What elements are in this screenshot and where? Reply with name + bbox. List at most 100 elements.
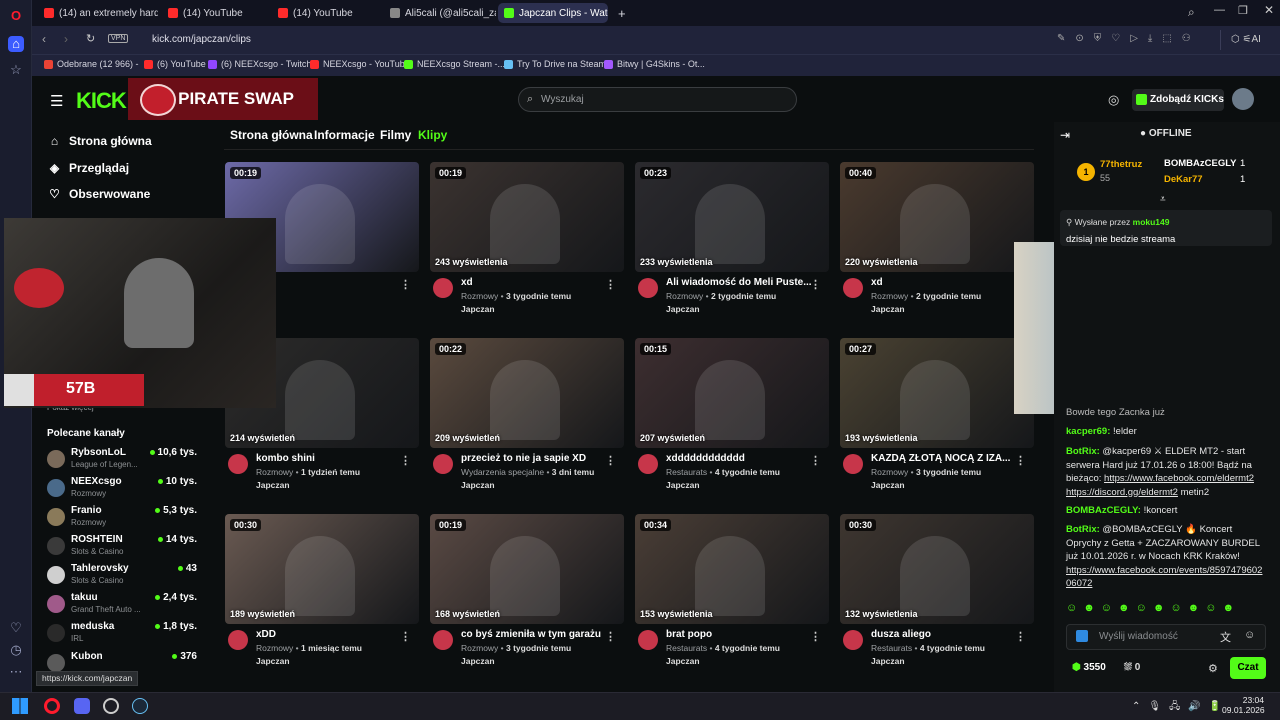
clock[interactable]: 23:04 09.01.2026: [1222, 695, 1265, 715]
clip-thumbnail[interactable]: 00:15 207 wyświetleń: [635, 338, 829, 448]
clip-category[interactable]: Restaurats: [666, 643, 707, 653]
clip-category[interactable]: Wydarzenia specjalne: [461, 467, 544, 477]
bookmark-item[interactable]: Try To Drive na Steam: [504, 59, 606, 69]
clip-card[interactable]: 00:15 207 wyświetleń xdddddddddddd Restaura…: [635, 338, 829, 498]
toolbar-icons[interactable]: ✎⊙⛨♡▷⤓⬚⚇: [1057, 33, 1201, 44]
bookmark-item[interactable]: Odebrane (12 966) -: [44, 59, 139, 69]
heart-icon[interactable]: ♡: [8, 620, 24, 636]
collapse-chat-icon[interactable]: ⇥: [1060, 128, 1070, 142]
emote-bar[interactable]: ☺☻☺☻☺☻☺☻☺☻: [1066, 602, 1266, 616]
clip-author[interactable]: Japczan: [256, 656, 290, 666]
nav-browse[interactable]: ◈ Przeglądaj: [48, 161, 129, 175]
tab-info[interactable]: Informacje: [314, 128, 375, 142]
clip-title[interactable]: dusza aliego: [871, 629, 1021, 640]
clip-card[interactable]: 00:40 220 wyświetlenia xd Rozmowy • 2 tygod…: [840, 162, 1034, 322]
reward-icon[interactable]: ◎: [1108, 92, 1119, 108]
clip-card[interactable]: 00:19 168 wyświetleń co byś zmieniła w tym…: [430, 514, 624, 674]
clip-author[interactable]: Japczan: [666, 656, 700, 666]
avatar[interactable]: [433, 454, 453, 474]
clip-author[interactable]: Japczan: [666, 304, 700, 314]
clip-author[interactable]: Japczan: [871, 480, 905, 490]
clip-title[interactable]: przecież to nie ja sapie XD: [461, 453, 611, 464]
tab-home[interactable]: Strona główna: [230, 128, 313, 142]
expand-icon[interactable]: ⩡: [1160, 194, 1166, 205]
clip-author[interactable]: Japczan: [461, 480, 495, 490]
recommended-channel[interactable]: ROSHTEIN Slots & Casino 14 tys.: [47, 534, 197, 562]
clip-title[interactable]: kombo shini: [256, 453, 406, 464]
clip-card[interactable]: 00:30 132 wyświetlenia dusza aliego Restaur…: [840, 514, 1034, 674]
clip-thumbnail[interactable]: 00:40 220 wyświetlenia: [840, 162, 1034, 272]
browser-tab-active[interactable]: Japczan Clips - Watch Live: [498, 3, 608, 23]
more-options-icon[interactable]: ⋮: [400, 454, 411, 467]
gifter-name[interactable]: DeKar77: [1164, 174, 1203, 185]
tray-icons[interactable]: ⌃🎙🖧🔊🔋: [1132, 699, 1229, 716]
clip-title[interactable]: kill: [256, 277, 406, 288]
chat-user[interactable]: BotRix:: [1066, 524, 1100, 535]
clip-thumbnail[interactable]: 00:34 153 wyświetlenia: [635, 514, 829, 624]
chat-user[interactable]: BOMBAzCEGLY:: [1066, 505, 1141, 516]
start-icon[interactable]: [12, 698, 28, 714]
translate-icon[interactable]: 文: [1220, 629, 1231, 645]
avatar[interactable]: [433, 278, 453, 298]
clip-category[interactable]: Rozmowy: [461, 291, 498, 301]
app-icon[interactable]: [103, 698, 119, 714]
chat-input[interactable]: Wyślij wiadomość: [1066, 624, 1266, 650]
clip-category[interactable]: Restaurats: [871, 643, 912, 653]
nav-home[interactable]: ⌂ Strona główna: [48, 134, 152, 148]
avatar[interactable]: [433, 630, 453, 650]
bookmark-item[interactable]: (6) NEEXcsgo - Twitch: [208, 59, 311, 69]
clip-card[interactable]: 00:34 153 wyświetlenia brat popo Restaurats…: [635, 514, 829, 674]
search-tabs-icon[interactable]: ⌕: [1188, 5, 1195, 20]
tab-videos[interactable]: Filmy: [380, 128, 411, 142]
chat-user[interactable]: BotRix:: [1066, 446, 1100, 457]
more-options-icon[interactable]: ⋮: [1015, 454, 1026, 467]
close-icon[interactable]: ✕: [1264, 3, 1274, 17]
search-input[interactable]: Wyszukaj: [518, 87, 797, 112]
clip-card[interactable]: 00:23 233 wyświetlenia Ali wiadomość do Me…: [635, 162, 829, 322]
avatar[interactable]: [843, 630, 863, 650]
discord-icon[interactable]: [74, 698, 90, 714]
more-options-icon[interactable]: ⋮: [605, 454, 616, 467]
clip-author[interactable]: Japczan: [461, 304, 495, 314]
gifter-name[interactable]: 77thetruz: [1100, 159, 1142, 170]
clip-author[interactable]: Japczan: [871, 304, 905, 314]
clip-card[interactable]: 00:22 209 wyświetleń przecież to nie ja sa…: [430, 338, 624, 498]
more-options-icon[interactable]: ⋮: [810, 630, 821, 643]
clip-category[interactable]: Rozmowy: [871, 291, 908, 301]
avatar[interactable]: [228, 454, 248, 474]
pinned-user[interactable]: moku149: [1133, 217, 1170, 227]
browser-tab[interactable]: Ali5cali (@ali5cali_zapaso: [384, 3, 496, 23]
avatar[interactable]: [638, 278, 658, 298]
browser-tab[interactable]: (14) YouTube: [272, 3, 380, 23]
more-options-icon[interactable]: ⋮: [810, 278, 821, 291]
avatar[interactable]: [638, 454, 658, 474]
more-options-icon[interactable]: ⋮: [1015, 630, 1026, 643]
tab-clips[interactable]: Klipy: [418, 128, 447, 142]
reload-icon[interactable]: ↻: [86, 32, 95, 45]
clip-title[interactable]: KAZDĄ ZŁOTĄ NOCĄ Z IZA...: [871, 453, 1021, 464]
clip-author[interactable]: Japczan: [666, 480, 700, 490]
more-options-icon[interactable]: ⋮: [810, 454, 821, 467]
clip-category[interactable]: Rozmowy: [256, 467, 293, 477]
points-counter[interactable]: ⬢ 3550: [1072, 662, 1106, 673]
clip-category[interactable]: Rozmowy: [256, 643, 293, 653]
more-options-icon[interactable]: ⋮: [605, 278, 616, 291]
more-options-icon[interactable]: ⋮: [400, 630, 411, 643]
clip-category[interactable]: Rozmowy: [871, 467, 908, 477]
history-icon[interactable]: ◷: [8, 642, 24, 658]
ai-button[interactable]: ⬡ ⚟AI: [1220, 30, 1278, 50]
minimize-icon[interactable]: —: [1214, 4, 1225, 16]
clip-thumbnail[interactable]: 00:19 243 wyświetlenia: [430, 162, 624, 272]
steam-icon[interactable]: [132, 698, 148, 714]
opera-taskbar-icon[interactable]: [44, 698, 60, 714]
clip-thumbnail[interactable]: 00:30 189 wyświetleń: [225, 514, 419, 624]
clip-category[interactable]: Rozmowy: [461, 643, 498, 653]
avatar[interactable]: [1232, 88, 1254, 110]
rewards-counter[interactable]: ⛆ 0: [1124, 662, 1140, 673]
bookmark-item[interactable]: Bitwy | G4Skins - Ot...: [604, 59, 705, 69]
clip-title[interactable]: xd: [461, 277, 611, 288]
browser-tab[interactable]: (14) an extremely hard ga: [38, 3, 158, 23]
browser-tab[interactable]: (14) YouTube: [162, 3, 270, 23]
clip-title[interactable]: xdddddddddddd: [666, 453, 816, 464]
opera-logo-icon[interactable]: O: [8, 8, 24, 24]
